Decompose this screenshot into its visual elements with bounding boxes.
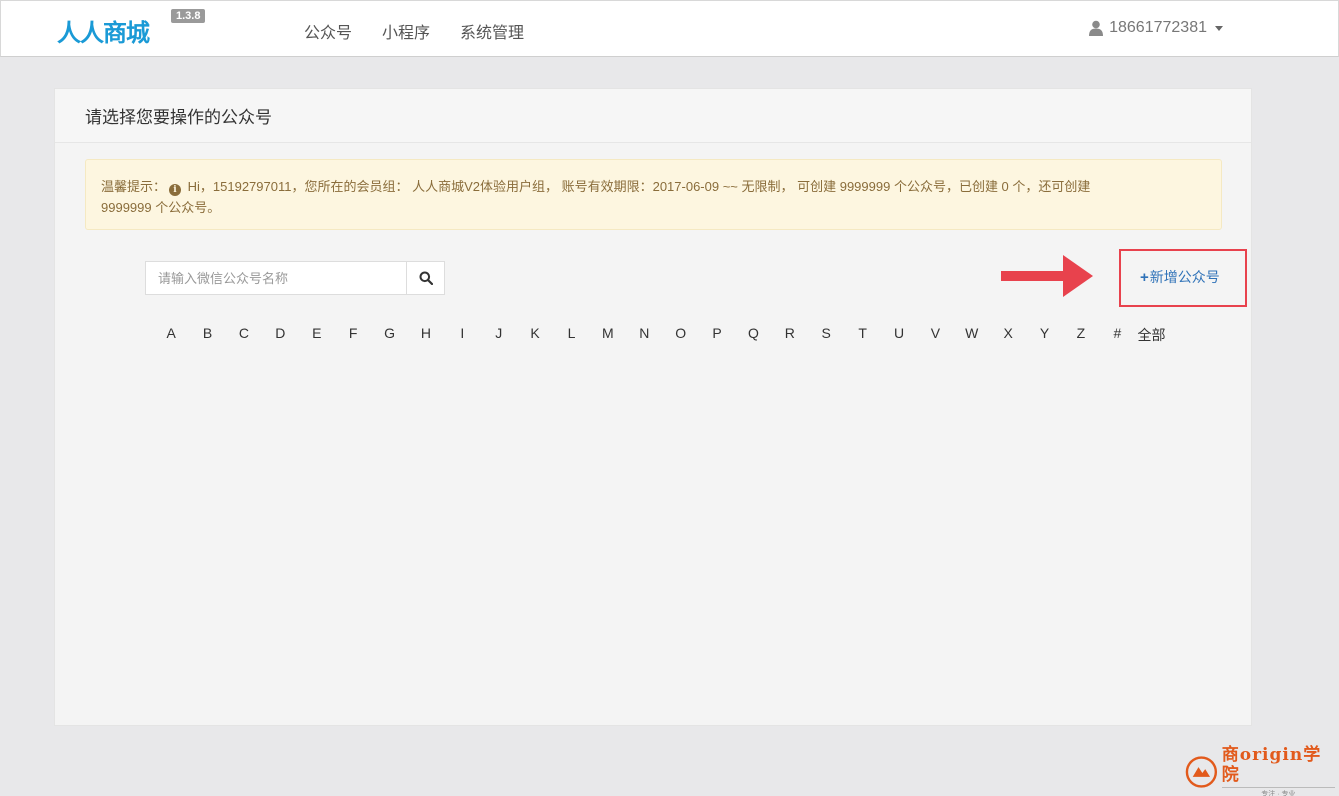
nav-item-mini-programs[interactable]: 小程序 [382, 19, 430, 43]
letter-filter-item[interactable]: Q [735, 325, 771, 345]
watermark-subtitle: 专注 · 专业 [1221, 787, 1335, 796]
letter-filter-item[interactable]: K [517, 325, 553, 345]
chevron-down-icon [1215, 25, 1223, 31]
letter-filter-item[interactable]: A [153, 325, 189, 345]
add-account-label: 新增公众号 [1149, 269, 1220, 285]
version-badge: 1.3.8 [171, 9, 206, 23]
notice-label: 温馨提示： [101, 179, 167, 194]
info-icon: i [169, 184, 182, 196]
search-icon [419, 271, 433, 285]
letter-filter-item[interactable]: M [590, 325, 626, 345]
logo[interactable]: 人人商城 [57, 15, 150, 47]
watermark-title: 商origin学院 [1221, 745, 1322, 785]
watermark-logo: 商origin学院 专注 · 专业 [1185, 745, 1335, 796]
user-phone: 18661772381 [1109, 19, 1207, 36]
letter-filter-item[interactable]: G [371, 325, 407, 345]
letter-filter-item[interactable]: L [553, 325, 589, 345]
letter-filter-item[interactable]: O [662, 325, 698, 345]
letter-filter-item[interactable]: D [262, 325, 298, 345]
letter-filter-item[interactable]: S [808, 325, 844, 345]
letter-filter-item[interactable]: X [990, 325, 1026, 345]
search-input[interactable] [146, 262, 406, 294]
letter-filter-item[interactable]: N [626, 325, 662, 345]
account-select-panel: 请选择您要操作的公众号 温馨提示： i Hi，15192797011，您所在的会员… [54, 88, 1252, 726]
letter-filter-item[interactable]: E [299, 325, 335, 345]
letter-filter-item[interactable]: B [189, 325, 225, 345]
search-button[interactable] [406, 262, 444, 294]
top-navbar: 人人商城 1.3.8 公众号 小程序 系统管理 18661772381 [0, 0, 1339, 57]
letter-filter-item[interactable]: R [772, 325, 808, 345]
letter-filter-all[interactable]: 全部 [1138, 325, 1166, 345]
plus-icon: + [1140, 268, 1149, 286]
watermark-text: 商origin学院 专注 · 专业 [1221, 745, 1335, 796]
user-icon [1089, 20, 1104, 36]
notice-text-line2: 9999999 个公众号。 [101, 200, 221, 215]
search-box [145, 261, 445, 295]
academy-logo-icon [1185, 756, 1218, 788]
letter-filter-item[interactable]: C [226, 325, 262, 345]
page-title: 请选择您要操作的公众号 [85, 108, 272, 127]
letter-filter-item[interactable]: I [444, 325, 480, 345]
user-menu[interactable]: 18661772381 [1089, 19, 1223, 37]
nav-item-system-management[interactable]: 系统管理 [460, 19, 524, 43]
panel-header: 请选择您要操作的公众号 [55, 89, 1251, 143]
logo-text: 人人商城 [57, 18, 150, 47]
letter-filter-item[interactable]: P [699, 325, 735, 345]
letter-filter-item[interactable]: J [481, 325, 517, 345]
arrow-right-icon [1001, 255, 1093, 297]
nav-item-official-accounts[interactable]: 公众号 [304, 19, 352, 43]
notice-alert: 温馨提示： i Hi，15192797011，您所在的会员组： 人人商城V2体验用… [85, 159, 1222, 230]
letter-filter-item[interactable]: Z [1063, 325, 1099, 345]
main-nav: 公众号 小程序 系统管理 [304, 19, 524, 43]
letter-filter: A B C D E F G H I J K L M N O P Q R S T … [153, 325, 1166, 345]
letter-filter-item[interactable]: Y [1026, 325, 1062, 345]
letter-filter-item[interactable]: # [1099, 325, 1135, 345]
letter-filter-item[interactable]: F [335, 325, 371, 345]
notice-text-line1: Hi，15192797011，您所在的会员组： 人人商城V2体验用户组， 账号有… [184, 179, 1091, 194]
letter-filter-item[interactable]: V [917, 325, 953, 345]
letter-filter-item[interactable]: W [954, 325, 990, 345]
letter-filter-item[interactable]: U [881, 325, 917, 345]
letter-filter-item[interactable]: T [844, 325, 880, 345]
letter-filter-item[interactable]: H [408, 325, 444, 345]
add-account-button[interactable]: + 新增公众号 [1140, 267, 1220, 287]
